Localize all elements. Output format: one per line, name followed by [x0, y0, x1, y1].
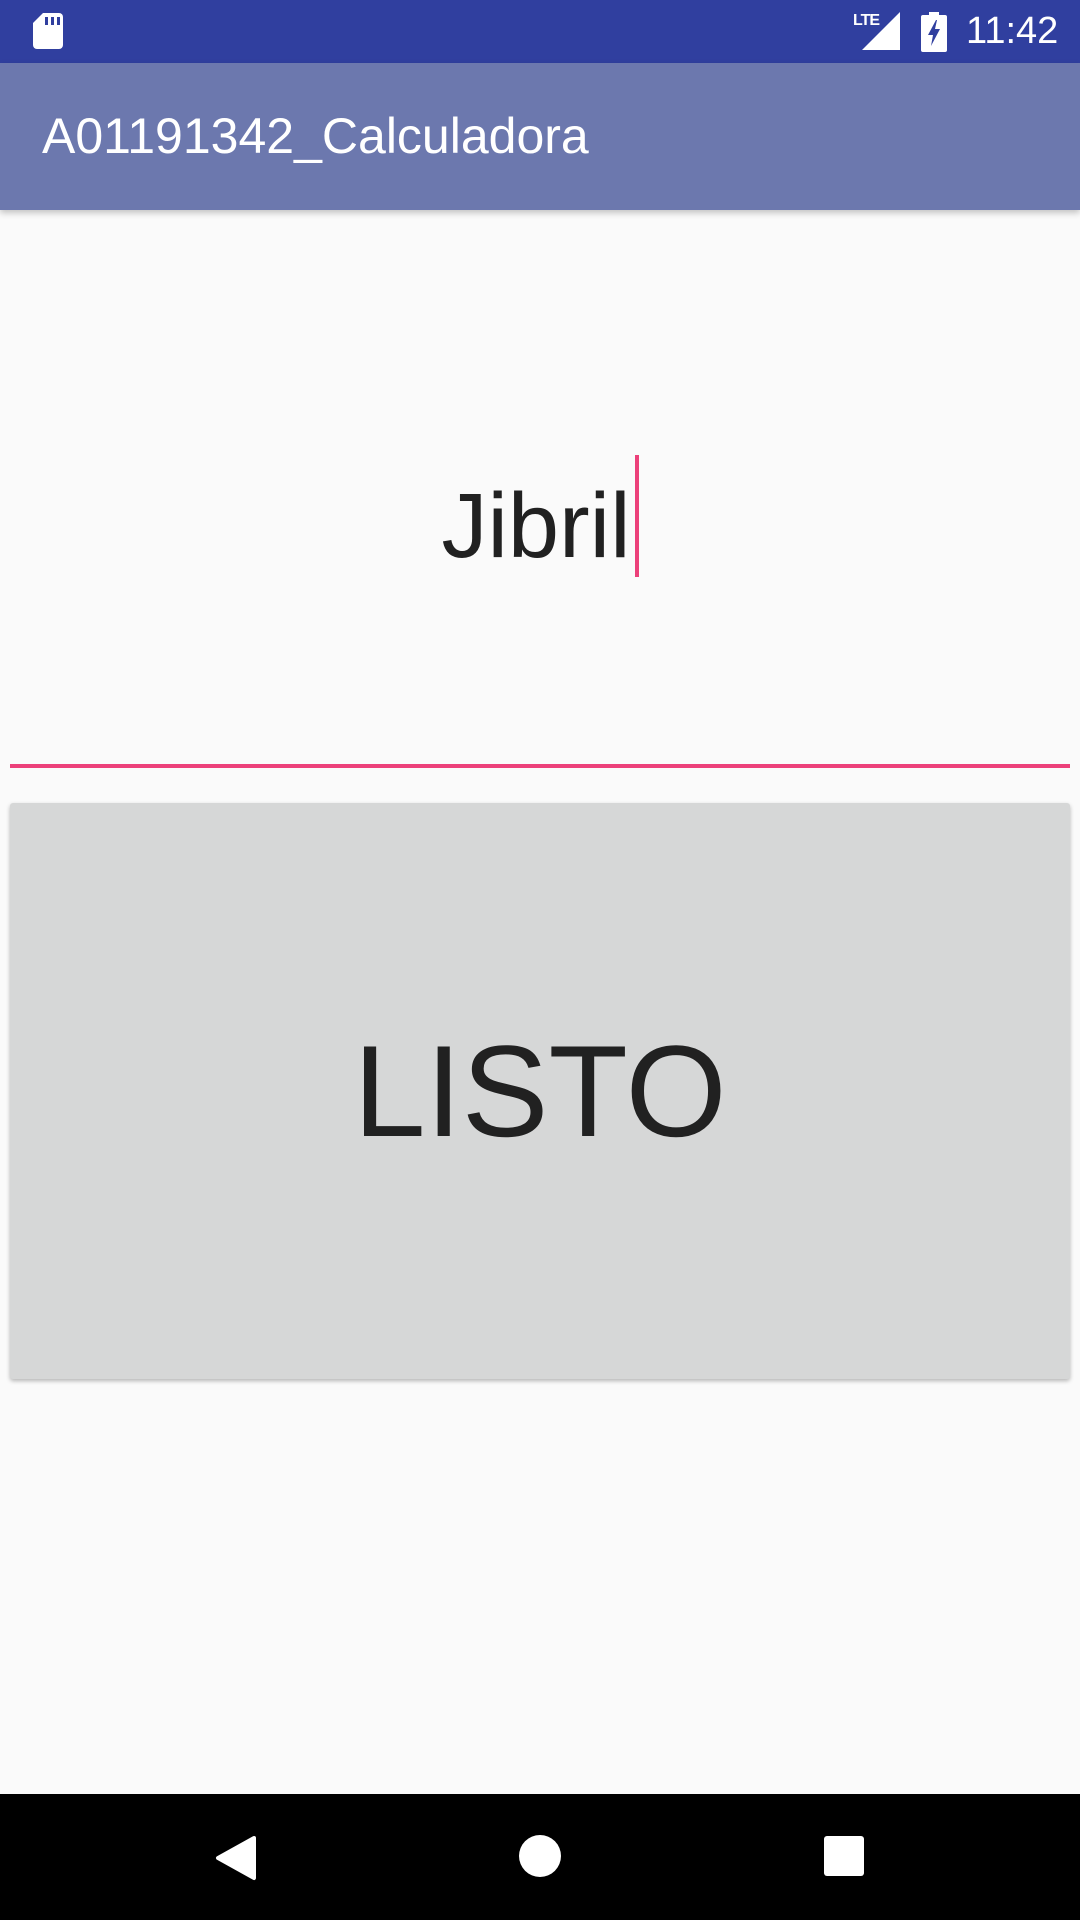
app-title: A01191342_Calculadora: [42, 108, 589, 164]
name-input-field[interactable]: Jibril: [10, 455, 1070, 577]
name-input-underline: [10, 764, 1070, 768]
network-type-label: LTE: [853, 12, 880, 29]
listo-button[interactable]: LISTO: [10, 803, 1070, 1379]
app-bar: A01191342_Calculadora: [0, 63, 1080, 210]
battery-charging-icon: [921, 12, 947, 52]
status-bar: LTE 11:42: [0, 0, 1080, 63]
recents-icon[interactable]: [824, 1836, 864, 1876]
screen: LTE 11:42 A01191342_Calculadora Jibril L…: [0, 0, 1080, 1920]
name-input-text: Jibril: [441, 475, 631, 577]
name-input[interactable]: Jibril: [10, 400, 1070, 770]
home-icon[interactable]: [518, 1834, 562, 1878]
back-icon[interactable]: [214, 1834, 258, 1882]
sd-card-icon: [33, 13, 63, 49]
status-clock: 11:42: [966, 10, 1059, 52]
navigation-bar: [0, 1794, 1080, 1920]
text-cursor: [634, 455, 639, 577]
